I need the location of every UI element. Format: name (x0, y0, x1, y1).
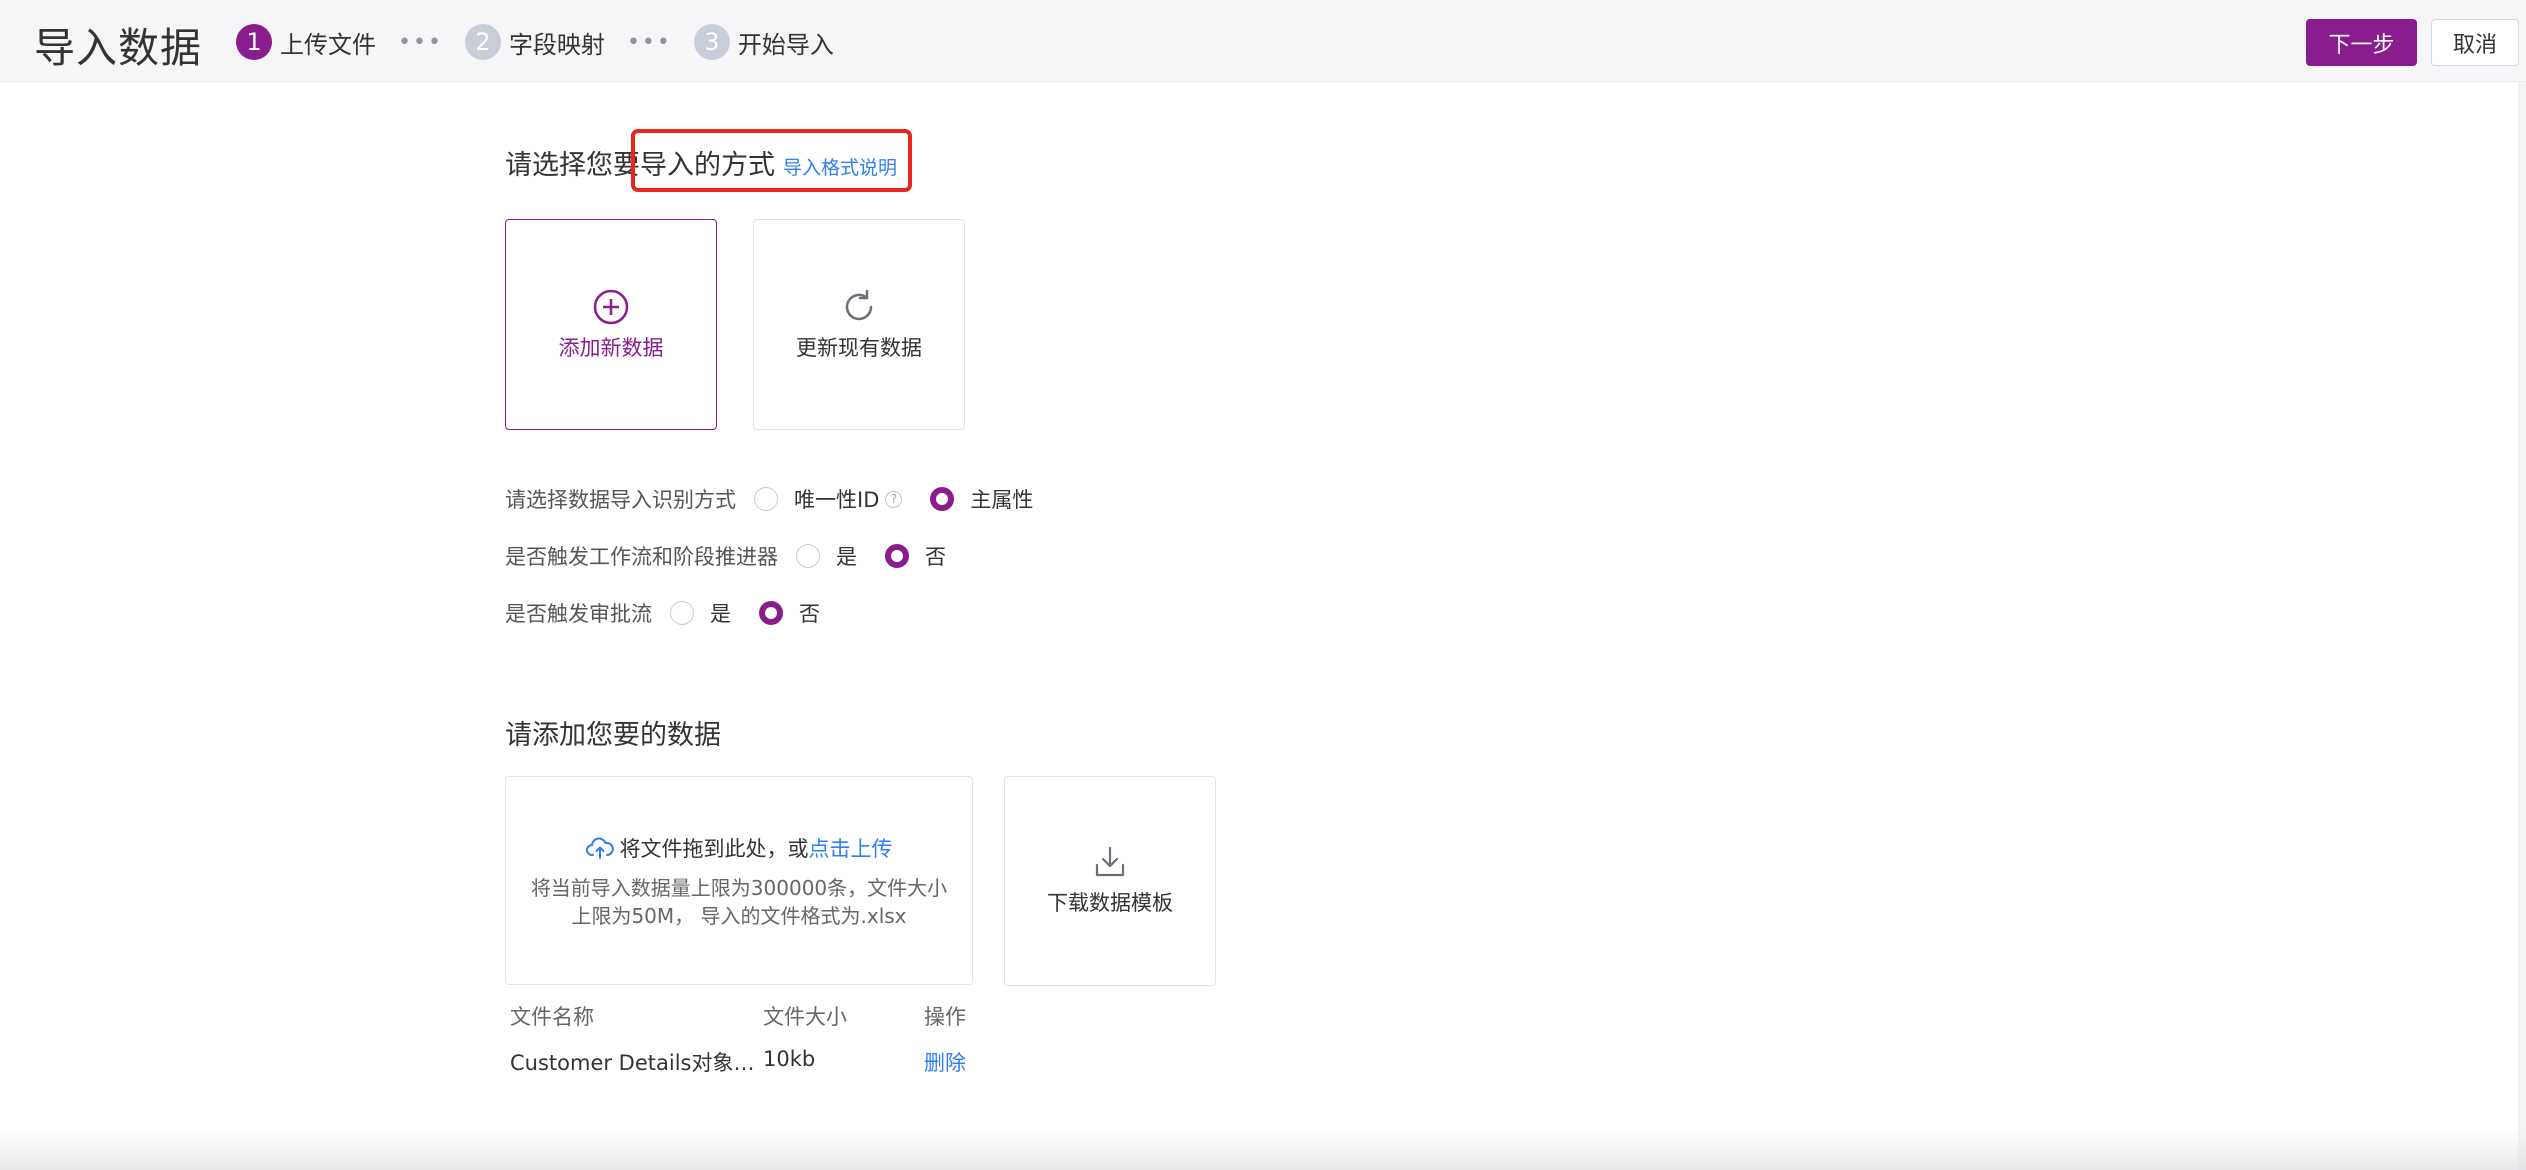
radio-circle (930, 487, 955, 511)
radio-label: 主属性 (970, 488, 1034, 512)
update-existing-data-label: 更新现有数据 (796, 335, 922, 360)
radio-circle (670, 601, 694, 625)
step-number: 1 (236, 24, 272, 60)
refresh-icon (845, 289, 873, 320)
step-number: 2 (464, 24, 501, 60)
column-header-file-size: 文件大小 (763, 1005, 847, 1029)
add-new-data-card[interactable]: 添加新数据 (505, 219, 717, 430)
step-indicator: 1 上传文件 ••• 2 字段映射 ••• 3 开始导入 (236, 24, 834, 60)
radio-workflow-no[interactable]: 否 (885, 541, 946, 571)
plus-circle-icon (593, 289, 629, 324)
radio-primary-attribute[interactable]: 主属性 (930, 484, 1033, 514)
approval-trigger-row: 是否触发审批流 是 否 (505, 598, 848, 628)
column-header-file-name: 文件名称 (510, 1005, 594, 1029)
click-upload-link[interactable]: 点击上传 (809, 833, 893, 863)
download-icon (1095, 846, 1125, 877)
next-step-button[interactable]: 下一步 (2306, 19, 2417, 66)
import-mode-title: 请选择您要导入的方式 导入格式说明 (505, 143, 897, 182)
identify-method-row: 请选择数据导入识别方式 唯一性ID ? 主属性 (505, 484, 1061, 514)
radio-approval-yes[interactable]: 是 (670, 598, 731, 628)
step-label: 上传文件 (280, 30, 376, 59)
step-label: 字段映射 (508, 30, 605, 59)
radio-circle (885, 544, 909, 568)
question-help-icon[interactable]: ? (885, 490, 903, 508)
step-separator: ••• (398, 29, 443, 55)
upload-prompt-text: 将文件拖到此处，或 (619, 837, 809, 861)
radio-label: 是 (710, 602, 731, 626)
file-size-cell: 10kb (763, 1047, 816, 1071)
import-mode-title-text: 请选择您要导入的方式 (505, 150, 775, 181)
column-header-action: 操作 (924, 1005, 966, 1029)
workflow-trigger-label: 是否触发工作流和阶段推进器 (505, 545, 778, 569)
radio-label: 否 (799, 602, 820, 626)
workflow-trigger-row: 是否触发工作流和阶段推进器 是 否 (505, 541, 974, 571)
bottom-shadow (0, 1130, 2526, 1170)
upload-hint-line: 上限为50M， 导入的文件格式为.xlsx (571, 904, 907, 928)
upload-hint-line: 将当前导入数据量上限为300000条，文件大小 (530, 876, 948, 900)
step-import: 3 开始导入 (693, 24, 834, 60)
delete-file-link[interactable]: 删除 (924, 1047, 966, 1077)
download-template-card[interactable]: 下载数据模板 (1004, 776, 1216, 986)
step-upload: 1 上传文件 (236, 24, 376, 60)
add-new-data-label: 添加新数据 (558, 335, 664, 360)
upload-prompt: 将文件拖到此处，或 点击上传 (506, 833, 972, 863)
step-separator: ••• (626, 29, 672, 55)
step-mapping: 2 字段映射 (464, 24, 605, 60)
file-upload-dropzone[interactable]: 将文件拖到此处，或 点击上传 将当前导入数据量上限为300000条，文件大小 上限… (505, 776, 973, 985)
upload-limit-hint: 将当前导入数据量上限为300000条，文件大小 上限为50M， 导入的文件格式为… (506, 874, 972, 930)
step-label: 开始导入 (737, 30, 834, 59)
add-data-title: 请添加您要的数据 (505, 720, 721, 751)
step-number: 3 (693, 24, 730, 60)
import-format-help-link[interactable]: 导入格式说明 (783, 157, 897, 179)
radio-label: 唯一性ID (794, 488, 880, 512)
update-existing-data-card[interactable]: 更新现有数据 (753, 219, 965, 430)
scrollbar-track[interactable] (2518, 82, 2526, 1170)
radio-circle (796, 544, 820, 568)
download-template-label: 下载数据模板 (1047, 891, 1173, 915)
identify-method-label: 请选择数据导入识别方式 (505, 488, 736, 512)
radio-approval-no[interactable]: 否 (759, 598, 820, 628)
radio-workflow-yes[interactable]: 是 (796, 541, 857, 571)
radio-unique-id[interactable]: 唯一性ID ? (754, 484, 903, 514)
radio-label: 否 (925, 545, 946, 569)
cancel-button[interactable]: 取消 (2431, 19, 2519, 66)
header-bar: 导入数据 1 上传文件 ••• 2 字段映射 ••• 3 开始导入 下一步 取消 (0, 0, 2526, 82)
radio-label: 是 (836, 545, 857, 569)
radio-circle (754, 487, 778, 511)
radio-circle (759, 601, 783, 625)
cloud-upload-icon (585, 837, 614, 859)
page-title: 导入数据 (34, 24, 202, 72)
approval-trigger-label: 是否触发审批流 (505, 602, 652, 626)
file-name-cell: Customer Details对象… (510, 1051, 755, 1075)
